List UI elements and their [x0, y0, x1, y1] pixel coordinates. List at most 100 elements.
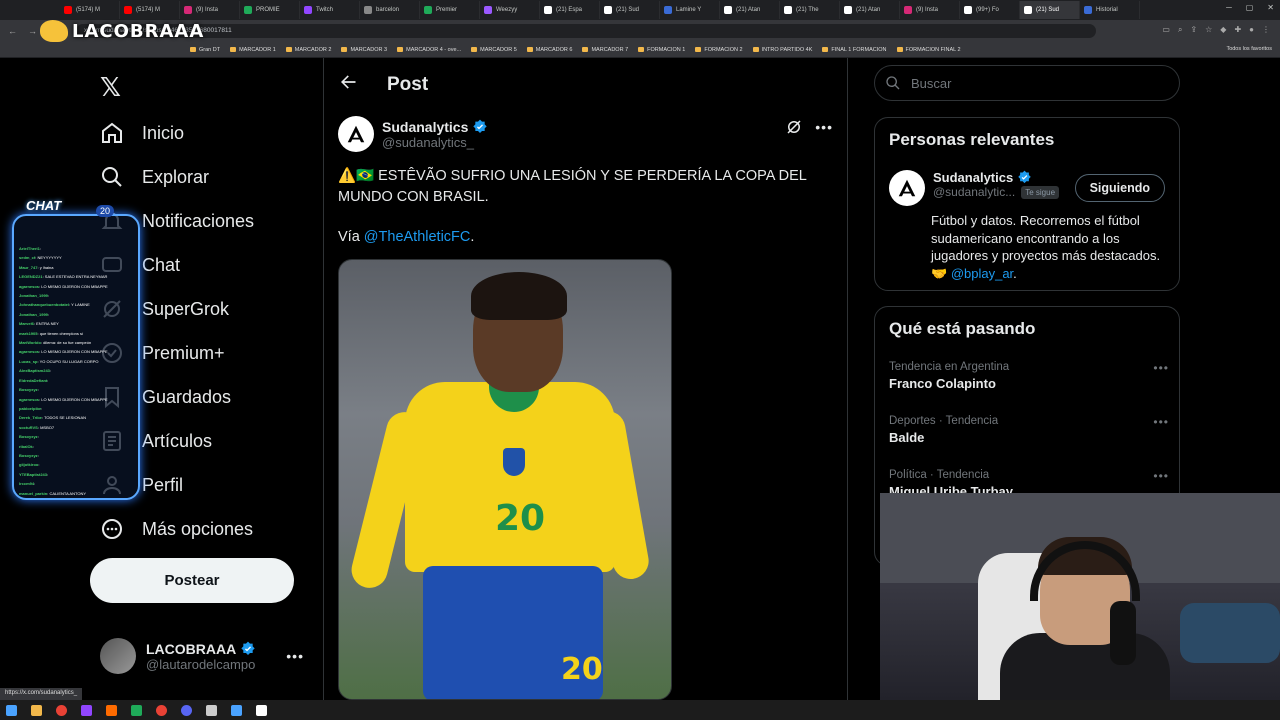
bookmark-item[interactable]: MARCADOR 3: [341, 47, 387, 53]
browser-tab[interactable]: (5174) M: [120, 1, 180, 19]
cast-icon[interactable]: ▭: [1162, 25, 1170, 35]
bookmark-label: FORMACION 1: [647, 46, 686, 53]
sidebar-item-explorar[interactable]: Explorar: [100, 157, 209, 197]
account-switcher[interactable]: LACOBRAAA @lautarodelcampo •••: [100, 638, 310, 674]
bookmark-item[interactable]: FINAL 1 FORMACION: [822, 47, 887, 53]
bookmark-item[interactable]: Gran DT: [190, 47, 220, 53]
bookmark-item[interactable]: FORMACION FINAL 2: [896, 47, 961, 53]
following-button[interactable]: Siguiendo: [1074, 174, 1165, 202]
tiktok-icon[interactable]: [256, 704, 267, 716]
browser-tab[interactable]: Lamine Y: [660, 1, 720, 19]
browser-tab[interactable]: (21) Sud: [600, 1, 660, 19]
browser-tab[interactable]: (9) Insta: [180, 1, 240, 19]
trend-more-icon[interactable]: •••: [1153, 415, 1169, 429]
via-link[interactable]: @TheAthleticFC: [364, 229, 471, 245]
browser-tab[interactable]: Premier: [420, 1, 480, 19]
trend-item[interactable]: Deportes · Tendencia Balde •••: [889, 415, 1169, 445]
bookmark-item[interactable]: FORMACION 2: [695, 47, 743, 53]
relevant-user-name[interactable]: Sudanalytics: [933, 170, 1013, 185]
follows-you-badge: Te sigue: [1021, 185, 1060, 199]
profile-icon-browser[interactable]: ●: [1249, 25, 1254, 35]
browser-tab[interactable]: Historial: [1080, 1, 1140, 19]
obs-icon[interactable]: [156, 704, 167, 716]
bookmark-item[interactable]: MARCADOR 2: [285, 47, 331, 53]
tab-favicon-icon: [364, 6, 372, 14]
twitch-icon[interactable]: [81, 704, 92, 716]
bookmark-item[interactable]: MARCADOR 7: [582, 47, 628, 53]
sidebar-item-más-opciones[interactable]: Más opciones: [100, 509, 253, 549]
author-handle[interactable]: @sudanalytics_: [382, 135, 488, 150]
chrome-icon[interactable]: [56, 704, 67, 716]
tab-favicon-icon: [244, 6, 252, 14]
post-image[interactable]: 20 20: [338, 259, 672, 700]
browser-tab[interactable]: Twitch: [300, 1, 360, 19]
brand-name: LACOBRAAA: [72, 20, 205, 42]
browser-back-icon[interactable]: ←: [8, 26, 18, 36]
maximize-icon[interactable]: ▢: [1246, 3, 1254, 12]
post-more-icon[interactable]: •••: [815, 119, 833, 135]
browser-tab[interactable]: (21) Sud: [1020, 1, 1080, 19]
chat-username: EldredaDefiant: [19, 377, 48, 383]
trend-item[interactable]: Tendencia en Argentina Franco Colapinto ••…: [889, 361, 1169, 391]
back-arrow-icon[interactable]: [338, 72, 358, 92]
bookmark-item[interactable]: INTRO PARTIDO 4K: [752, 47, 812, 53]
chat-message: Derek_Tribe: TODOS SE LESIONAN: [19, 413, 134, 422]
browser-tab[interactable]: (99+) Fo: [960, 1, 1020, 19]
author-avatar[interactable]: [338, 116, 374, 152]
account-more-icon[interactable]: •••: [286, 648, 304, 664]
minimize-icon[interactable]: ─: [1226, 3, 1232, 12]
search-input[interactable]: [911, 75, 1171, 91]
notepad-icon[interactable]: [206, 704, 217, 716]
browser-tab[interactable]: Weezyy: [480, 1, 540, 19]
browser-tab[interactable]: (21) Atan: [840, 1, 900, 19]
browser-tab[interactable]: (9) Insta: [900, 1, 960, 19]
grok-icon[interactable]: [785, 118, 803, 136]
browser-menu-icon[interactable]: ⋮: [1262, 25, 1270, 35]
trend-more-icon[interactable]: •••: [1153, 361, 1169, 375]
browser-tab[interactable]: (21) Atan: [720, 1, 780, 19]
post-author[interactable]: Sudanalytics @sudanalytics_: [338, 116, 488, 152]
trend-more-icon[interactable]: •••: [1153, 469, 1169, 483]
browser-tab[interactable]: (21) The: [780, 1, 840, 19]
tab-label: Twitch: [316, 7, 334, 13]
bookmark-item[interactable]: FORMACION 1: [638, 47, 685, 53]
browser-tab[interactable]: PROMIE: [240, 1, 300, 19]
file-explorer-icon[interactable]: [31, 704, 42, 716]
chat-separator: :: [47, 311, 50, 317]
share-icon[interactable]: ⇪: [1190, 25, 1197, 35]
post-button[interactable]: Postear: [90, 558, 294, 603]
app-icon-2[interactable]: [131, 704, 142, 716]
bookmark-item[interactable]: MARCADOR 5: [471, 47, 517, 53]
folder-icon: [896, 47, 903, 52]
search-box[interactable]: [874, 65, 1180, 101]
windows-start-icon[interactable]: [6, 704, 17, 716]
close-window-icon[interactable]: ✕: [1267, 3, 1274, 12]
chat-separator: :: [37, 387, 39, 393]
relevant-user[interactable]: Sudanalytics @sudanalytic... Te sigue: [889, 170, 1060, 206]
app-icon[interactable]: [106, 704, 117, 716]
relevant-user-avatar[interactable]: [889, 170, 925, 206]
extensions-puzzle-icon[interactable]: ✚: [1234, 25, 1241, 35]
url-field[interactable]: x.com/sudanalytics_/status/2046953589680…: [76, 24, 1096, 38]
bookmark-item[interactable]: MARCADOR 6: [526, 47, 572, 53]
discord-icon[interactable]: [181, 704, 192, 716]
chat-separator: :: [32, 443, 34, 449]
relevant-user-handle[interactable]: @sudanalytic...: [933, 185, 1015, 199]
all-bookmarks[interactable]: Todos los favoritos: [1226, 46, 1272, 52]
app-icon-3[interactable]: [231, 704, 242, 716]
bookmark-item[interactable]: MARCADOR 1: [230, 47, 276, 53]
zoom-icon[interactable]: ⌕: [1178, 25, 1182, 35]
sidebar-item-inicio[interactable]: Inicio: [100, 113, 184, 153]
x-logo-icon[interactable]: 𝕏: [100, 72, 121, 103]
browser-tab[interactable]: barcelon: [360, 1, 420, 19]
bookmark-item[interactable]: MARCADOR 4 - ove...: [397, 47, 461, 53]
star-icon[interactable]: ☆: [1205, 25, 1212, 35]
browser-tab[interactable]: (21) Espa: [540, 1, 600, 19]
browser-tab[interactable]: (5174) M: [60, 1, 120, 19]
chat-text: TODOS SE LESIONAN: [44, 415, 86, 421]
extension-icon[interactable]: ◆: [1220, 25, 1226, 35]
chat-message: soctuRVS: MSBO7: [19, 423, 134, 432]
bio-link[interactable]: @bplay_ar: [951, 266, 1013, 281]
author-name[interactable]: Sudanalytics: [382, 119, 468, 135]
browser-forward-icon[interactable]: →: [28, 26, 38, 36]
